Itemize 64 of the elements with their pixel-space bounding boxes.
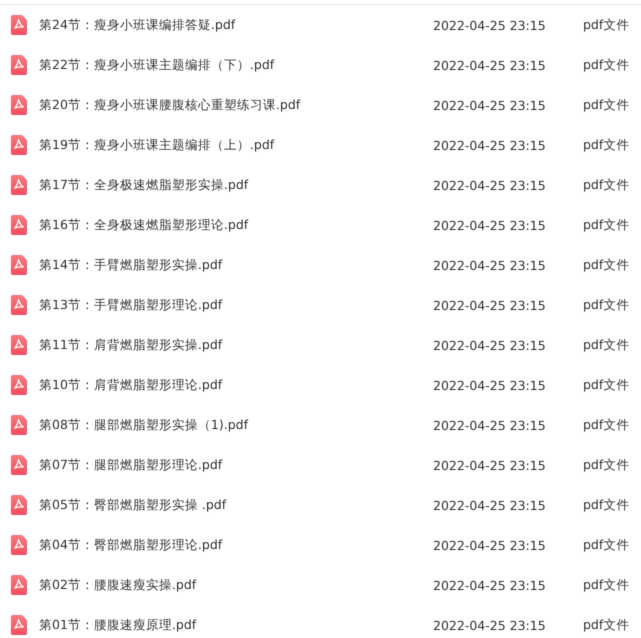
file-name[interactable]: 第20节：瘦身小班课腰腹核心重塑练习课.pdf — [39, 96, 433, 114]
file-type: pdf文件 — [583, 376, 630, 394]
modified-date: 2022-04-25 23:15 — [433, 58, 547, 72]
file-type: pdf文件 — [583, 616, 630, 634]
file-name[interactable]: 第02节：腰腹速瘦实操.pdf — [39, 576, 433, 594]
file-name[interactable]: 第19节：瘦身小班课主题编排（上）.pdf — [39, 136, 433, 154]
modified-date: 2022-04-25 23:15 — [433, 138, 547, 152]
modified-date: 2022-04-25 23:15 — [433, 218, 547, 232]
file-type: pdf文件 — [583, 16, 630, 34]
pdf-file-icon — [11, 495, 27, 515]
file-type: pdf文件 — [583, 576, 630, 594]
pdf-file-icon — [11, 615, 27, 635]
modified-date: 2022-04-25 23:15 — [433, 578, 547, 592]
file-name[interactable]: 第24节：瘦身小班课编排答疑.pdf — [39, 16, 433, 34]
file-name[interactable]: 第22节：瘦身小班课主题编排（下）.pdf — [39, 56, 433, 74]
modified-date: 2022-04-25 23:15 — [433, 498, 547, 512]
modified-date: 2022-04-25 23:15 — [433, 98, 547, 112]
file-name[interactable]: 第08节：腿部燃脂塑形实操（1).pdf — [39, 416, 433, 434]
modified-date: 2022-04-25 23:15 — [433, 298, 547, 312]
pdf-file-icon — [11, 255, 27, 275]
modified-date: 2022-04-25 23:15 — [433, 618, 547, 632]
pdf-file-icon — [11, 375, 27, 395]
pdf-file-icon — [11, 55, 27, 75]
modified-date: 2022-04-25 23:15 — [433, 418, 547, 432]
pdf-file-icon — [11, 215, 27, 235]
file-name[interactable]: 第16节：全身极速燃脂塑形理论.pdf — [39, 216, 433, 234]
modified-date: 2022-04-25 23:15 — [433, 258, 547, 272]
pdf-file-icon — [11, 175, 27, 195]
file-type: pdf文件 — [583, 536, 630, 554]
pdf-file-icon — [11, 535, 27, 555]
file-type: pdf文件 — [583, 336, 630, 354]
file-name[interactable]: 第11节：肩背燃脂塑形实操.pdf — [39, 336, 433, 354]
pdf-file-icon — [11, 135, 27, 155]
file-name[interactable]: 第05节：臀部燃脂塑形实操 .pdf — [39, 496, 433, 514]
file-type: pdf文件 — [583, 176, 630, 194]
file-name[interactable]: 第17节：全身极速燃脂塑形实操.pdf — [39, 176, 433, 194]
file-name[interactable]: 第10节：肩背燃脂塑形理论.pdf — [39, 376, 433, 394]
file-type: pdf文件 — [583, 256, 630, 274]
file-type: pdf文件 — [583, 96, 630, 114]
modified-date: 2022-04-25 23:15 — [433, 18, 547, 32]
file-type: pdf文件 — [583, 136, 630, 154]
file-type: pdf文件 — [583, 456, 630, 474]
pdf-file-icon — [11, 335, 27, 355]
pdf-file-icon — [11, 575, 27, 595]
file-type: pdf文件 — [583, 496, 630, 514]
file-type: pdf文件 — [583, 216, 630, 234]
file-name[interactable]: 第04节：臀部燃脂塑形理论.pdf — [39, 536, 433, 554]
modified-date: 2022-04-25 23:15 — [433, 178, 547, 192]
pdf-file-icon — [11, 295, 27, 315]
file-name[interactable]: 第13节：手臂燃脂塑形理论.pdf — [39, 296, 433, 314]
pdf-file-icon — [11, 95, 27, 115]
file-type: pdf文件 — [583, 416, 630, 434]
pdf-file-icon — [11, 455, 27, 475]
modified-date: 2022-04-25 23:15 — [433, 338, 547, 352]
file-type: pdf文件 — [583, 56, 630, 74]
file-name[interactable]: 第01节：腰腹速瘦原理.pdf — [39, 616, 433, 634]
modified-date: 2022-04-25 23:15 — [433, 378, 547, 392]
modified-date: 2022-04-25 23:15 — [433, 458, 547, 472]
pdf-file-icon — [11, 15, 27, 35]
file-type: pdf文件 — [583, 296, 630, 314]
file-name[interactable]: 第14节：手臂燃脂塑形实操.pdf — [39, 256, 433, 274]
file-name[interactable]: 第07节：腿部燃脂塑形理论.pdf — [39, 456, 433, 474]
modified-date: 2022-04-25 23:15 — [433, 538, 547, 552]
pdf-file-icon — [11, 415, 27, 435]
